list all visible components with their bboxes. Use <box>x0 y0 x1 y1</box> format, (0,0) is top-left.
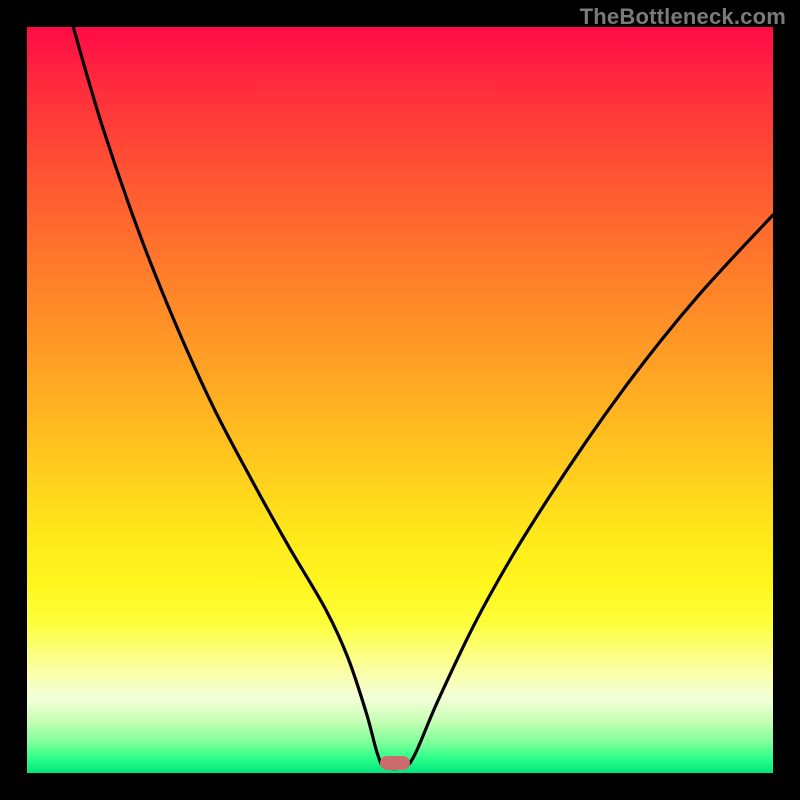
watermark-text: TheBottleneck.com <box>580 4 786 30</box>
chart-frame: TheBottleneck.com <box>0 0 800 800</box>
plot-area <box>27 27 773 773</box>
optimal-point-marker <box>380 756 410 770</box>
bottleneck-curve <box>27 27 773 773</box>
